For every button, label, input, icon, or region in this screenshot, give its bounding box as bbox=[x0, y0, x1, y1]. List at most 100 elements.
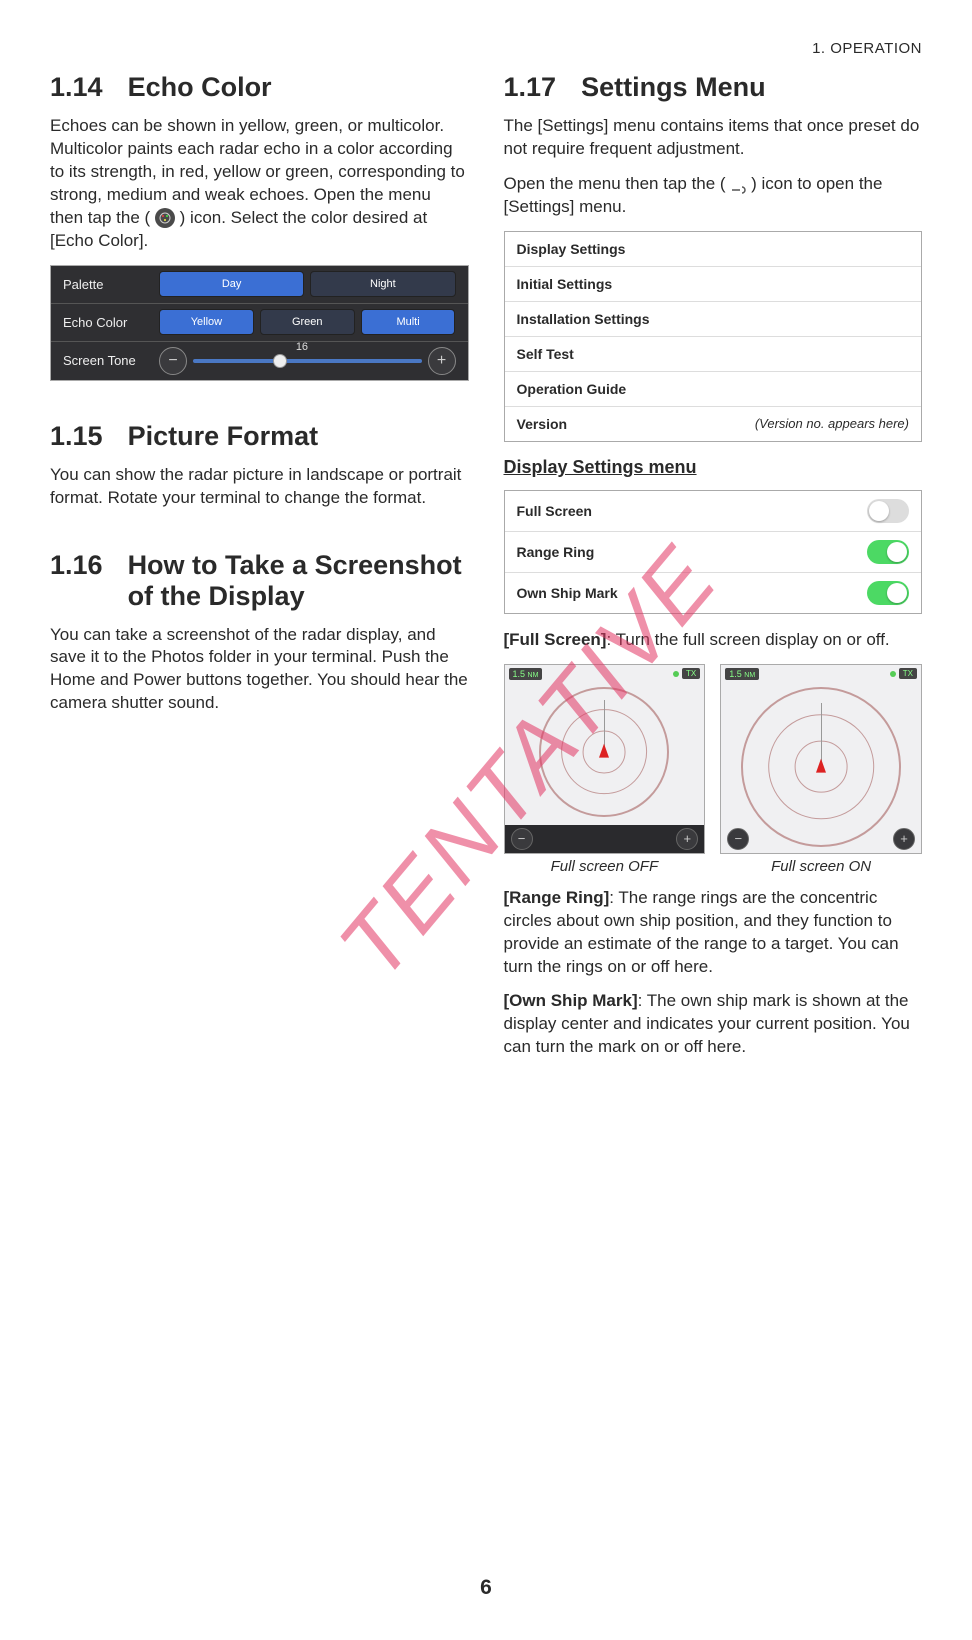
zoom-in-button[interactable]: + bbox=[893, 828, 915, 850]
menu-label: Initial Settings bbox=[517, 276, 613, 292]
radar-screen-off: 1.5 NM TX − + bbox=[504, 664, 706, 854]
echo-color-label: Echo Color bbox=[63, 315, 153, 330]
palette-row-palette: Palette Day Night bbox=[51, 266, 468, 304]
heading-title: Settings Menu bbox=[581, 72, 766, 103]
heading-title: How to Take a Screenshot of the Display bbox=[128, 550, 469, 612]
palette-row-echo: Echo Color Yellow Green Multi bbox=[51, 304, 468, 342]
own-ship-toggle[interactable] bbox=[867, 581, 909, 605]
status-dot-icon bbox=[890, 671, 896, 677]
tx-badge: TX bbox=[899, 668, 917, 679]
range-ring-desc: [Range Ring]: The range rings are the co… bbox=[504, 887, 923, 979]
toggle-row-range-ring: Range Ring bbox=[505, 532, 922, 573]
radar-figures: 1.5 NM TX − + bbox=[504, 664, 923, 875]
menu-installation-settings[interactable]: Installation Settings bbox=[505, 302, 922, 337]
slider-knob[interactable] bbox=[273, 354, 287, 368]
section-1-16: 1.16 How to Take a Screenshot of the Dis… bbox=[50, 550, 469, 716]
heading-1-17: 1.17 Settings Menu bbox=[504, 72, 923, 103]
palette-icon bbox=[155, 208, 175, 228]
own-ship-icon bbox=[816, 758, 826, 772]
menu-self-test[interactable]: Self Test bbox=[505, 337, 922, 372]
heading-1-15: 1.15 Picture Format bbox=[50, 421, 469, 452]
toggle-row-own-ship: Own Ship Mark bbox=[505, 573, 922, 613]
radar-scope bbox=[539, 687, 669, 817]
zoom-out-button[interactable]: − bbox=[511, 828, 533, 850]
range-ring-label: [Range Ring] bbox=[504, 888, 610, 907]
menu-label: Self Test bbox=[517, 346, 574, 362]
palette-night-button[interactable]: Night bbox=[310, 271, 455, 297]
version-note: (Version no. appears here) bbox=[755, 416, 909, 431]
own-ship-desc: [Own Ship Mark]: The own ship mark is sh… bbox=[504, 990, 923, 1059]
radar-screen-on: 1.5 NM TX − + bbox=[720, 664, 922, 854]
para-1-17-2: Open the menu then tap the ( ) icon to o… bbox=[504, 173, 923, 219]
menu-version[interactable]: Version (Version no. appears here) bbox=[505, 407, 922, 441]
range-badge: 1.5 NM bbox=[509, 668, 543, 680]
heading-title: Echo Color bbox=[128, 72, 272, 103]
para-1-15: You can show the radar picture in landsc… bbox=[50, 464, 469, 510]
echo-green-button[interactable]: Green bbox=[260, 309, 355, 335]
display-settings-subheading: Display Settings menu bbox=[504, 457, 923, 478]
settings-menu: Display Settings Initial Settings Instal… bbox=[504, 231, 923, 442]
tone-plus-button[interactable]: + bbox=[428, 347, 456, 375]
radar-toolbar: − + bbox=[721, 825, 921, 853]
palette-label: Palette bbox=[63, 277, 153, 292]
heading-1-16: 1.16 How to Take a Screenshot of the Dis… bbox=[50, 550, 469, 612]
menu-operation-guide[interactable]: Operation Guide bbox=[505, 372, 922, 407]
caption-off: Full screen OFF bbox=[504, 858, 706, 875]
display-settings-toggles: Full Screen Range Ring Own Ship Mark bbox=[504, 490, 923, 614]
menu-label: Installation Settings bbox=[517, 311, 650, 327]
tone-value: 16 bbox=[296, 341, 308, 353]
full-screen-label: [Full Screen] bbox=[504, 630, 607, 649]
full-screen-toggle[interactable] bbox=[867, 499, 909, 523]
zoom-in-button[interactable]: + bbox=[676, 828, 698, 850]
range-ring-toggle[interactable] bbox=[867, 540, 909, 564]
echo-multi-button[interactable]: Multi bbox=[361, 309, 456, 335]
chapter-header: 1. OPERATION bbox=[50, 40, 922, 57]
heading-num: 1.16 bbox=[50, 550, 103, 612]
menu-label: Operation Guide bbox=[517, 381, 627, 397]
heading-num: 1.14 bbox=[50, 72, 103, 103]
left-column: 1.14 Echo Color Echoes can be shown in y… bbox=[50, 72, 469, 1071]
own-ship-icon bbox=[599, 743, 609, 757]
right-column: 1.17 Settings Menu The [Settings] menu c… bbox=[504, 72, 923, 1071]
heading-title: Picture Format bbox=[128, 421, 319, 452]
para-1-17-1: The [Settings] menu contains items that … bbox=[504, 115, 923, 161]
tone-minus-button[interactable]: − bbox=[159, 347, 187, 375]
heading-num: 1.15 bbox=[50, 421, 103, 452]
para-text-a: Open the menu then tap the ( bbox=[504, 174, 726, 193]
heading-1-14: 1.14 Echo Color bbox=[50, 72, 469, 103]
screen-tone-label: Screen Tone bbox=[63, 353, 153, 368]
status-dot-icon bbox=[673, 671, 679, 677]
radar-fig-off: 1.5 NM TX − + bbox=[504, 664, 706, 875]
palette-day-button[interactable]: Day bbox=[159, 271, 304, 297]
section-1-17: 1.17 Settings Menu The [Settings] menu c… bbox=[504, 72, 923, 1059]
desc-text: : Turn the full screen display on or off… bbox=[606, 630, 889, 649]
own-ship-label: [Own Ship Mark] bbox=[504, 991, 638, 1010]
section-1-15: 1.15 Picture Format You can show the rad… bbox=[50, 421, 469, 510]
palette-row-tone: Screen Tone − 16 + bbox=[51, 342, 468, 380]
para-1-16: You can take a screenshot of the radar d… bbox=[50, 624, 469, 716]
radar-toolbar: − + bbox=[505, 825, 705, 853]
page-number: 6 bbox=[480, 1576, 492, 1600]
section-1-14: 1.14 Echo Color Echoes can be shown in y… bbox=[50, 72, 469, 381]
echo-yellow-button[interactable]: Yellow bbox=[159, 309, 254, 335]
full-screen-desc: [Full Screen]: Turn the full screen disp… bbox=[504, 629, 923, 652]
menu-label: Display Settings bbox=[517, 241, 626, 257]
wrench-icon bbox=[730, 179, 746, 189]
range-badge: 1.5 NM bbox=[725, 668, 759, 680]
caption-on: Full screen ON bbox=[720, 858, 922, 875]
tx-badge: TX bbox=[682, 668, 700, 679]
toggle-label: Range Ring bbox=[517, 544, 595, 560]
menu-label: Version bbox=[517, 416, 568, 432]
zoom-out-button[interactable]: − bbox=[727, 828, 749, 850]
tone-slider[interactable]: 16 bbox=[193, 359, 422, 363]
toggle-row-full-screen: Full Screen bbox=[505, 491, 922, 532]
heading-num: 1.17 bbox=[504, 72, 557, 103]
menu-initial-settings[interactable]: Initial Settings bbox=[505, 267, 922, 302]
radar-scope bbox=[741, 687, 901, 847]
radar-fig-on: 1.5 NM TX − + bbox=[720, 664, 922, 875]
para-1-14: Echoes can be shown in yellow, green, or… bbox=[50, 115, 469, 253]
toggle-label: Full Screen bbox=[517, 503, 592, 519]
palette-panel: Palette Day Night Echo Color Yellow Gree… bbox=[50, 265, 469, 381]
menu-display-settings[interactable]: Display Settings bbox=[505, 232, 922, 267]
toggle-label: Own Ship Mark bbox=[517, 585, 618, 601]
